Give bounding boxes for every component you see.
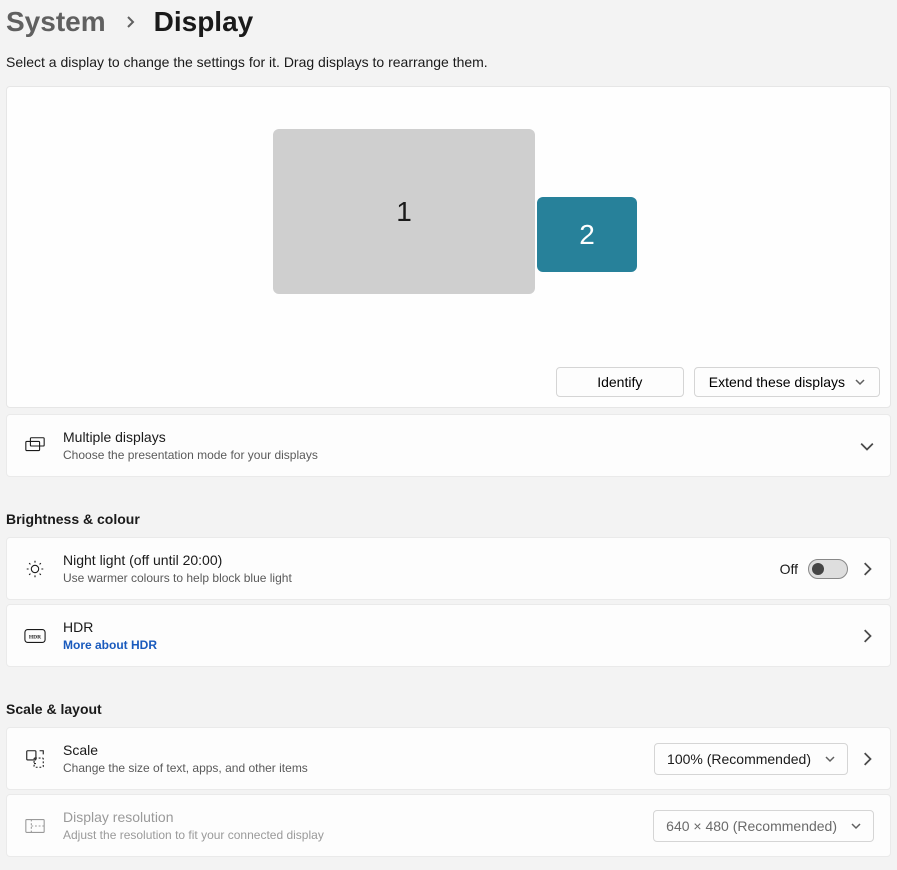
identify-button-label: Identify [597, 374, 642, 390]
row-display-resolution[interactable]: Display resolution Adjust the resolution… [6, 794, 891, 857]
multiple-displays-icon [23, 434, 47, 458]
scale-dropdown[interactable]: 100% (Recommended) [654, 743, 848, 775]
scale-icon [23, 747, 47, 771]
expand-chevron-down-icon[interactable] [860, 439, 874, 453]
page-subtitle: Select a display to change the settings … [6, 54, 891, 70]
svg-text:HDR: HDR [29, 634, 42, 640]
row-hdr-title: HDR [63, 618, 844, 637]
row-night-title: Night light (off until 20:00) [63, 551, 764, 570]
row-hdr-link[interactable]: More about HDR [63, 637, 844, 653]
section-scale-layout: Scale & layout [6, 701, 891, 717]
breadcrumb-parent-link[interactable]: System [6, 6, 106, 38]
row-multiple-title: Multiple displays [63, 428, 844, 447]
chevron-down-icon [855, 377, 865, 387]
chevron-right-icon [124, 16, 136, 28]
chevron-down-icon [825, 754, 835, 764]
hdr-icon: HDR [23, 624, 47, 648]
row-night-desc: Use warmer colours to help block blue li… [63, 570, 764, 586]
row-scale[interactable]: Scale Change the size of text, apps, and… [6, 727, 891, 790]
row-resolution-title: Display resolution [63, 808, 637, 827]
row-hdr[interactable]: HDR HDR More about HDR [6, 604, 891, 667]
display-mode-dropdown[interactable]: Extend these displays [694, 367, 880, 397]
breadcrumb: System Display [6, 6, 891, 38]
display-arrange-box: 1 2 Identify Extend these displays [6, 86, 891, 408]
resolution-icon [23, 814, 47, 838]
scale-dropdown-value: 100% (Recommended) [667, 751, 811, 767]
display-mode-value: Extend these displays [709, 374, 845, 390]
chevron-right-icon[interactable] [860, 562, 874, 576]
row-multiple-displays[interactable]: Multiple displays Choose the presentatio… [6, 414, 891, 477]
row-scale-desc: Change the size of text, apps, and other… [63, 760, 638, 776]
chevron-down-icon [851, 821, 861, 831]
monitor-tile-2[interactable]: 2 [537, 197, 637, 272]
section-brightness-colour: Brightness & colour [6, 511, 891, 527]
night-light-state-label: Off [780, 561, 798, 577]
chevron-right-icon[interactable] [860, 629, 874, 643]
row-resolution-desc: Adjust the resolution to fit your connec… [63, 827, 637, 843]
monitor-tile-1[interactable]: 1 [273, 129, 535, 294]
row-multiple-desc: Choose the presentation mode for your di… [63, 447, 844, 463]
chevron-right-icon[interactable] [860, 752, 874, 766]
night-light-toggle[interactable] [808, 559, 848, 579]
identify-button[interactable]: Identify [556, 367, 684, 397]
resolution-dropdown-value: 640 × 480 (Recommended) [666, 818, 837, 834]
resolution-dropdown[interactable]: 640 × 480 (Recommended) [653, 810, 874, 842]
display-arrange-canvas[interactable]: 1 2 [17, 97, 880, 367]
row-scale-title: Scale [63, 741, 638, 760]
night-light-icon [23, 557, 47, 581]
row-night-light[interactable]: Night light (off until 20:00) Use warmer… [6, 537, 891, 600]
page-title: Display [154, 6, 254, 38]
